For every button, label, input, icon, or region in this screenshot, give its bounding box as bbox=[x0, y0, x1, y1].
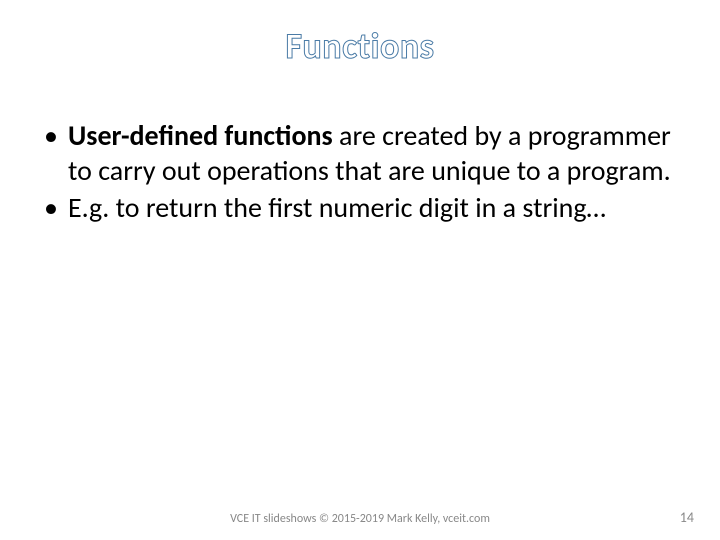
bullet-text: E.g. to return the first numeric digit i… bbox=[68, 190, 606, 225]
bullet-item: User-defined functions are created by a … bbox=[40, 118, 680, 188]
bullet-bold: User-defined functions bbox=[68, 118, 333, 153]
slide-title: Functions bbox=[0, 0, 720, 88]
page-number: 14 bbox=[680, 509, 694, 526]
bullet-item: E.g. to return the first numeric digit i… bbox=[40, 190, 680, 225]
slide-content: User-defined functions are created by a … bbox=[0, 88, 720, 225]
slide-footer: VCE IT slideshows © 2015-2019 Mark Kelly… bbox=[0, 512, 720, 526]
bullet-list: User-defined functions are created by a … bbox=[40, 118, 680, 225]
footer-copyright: VCE IT slideshows © 2015-2019 Mark Kelly… bbox=[30, 512, 690, 526]
